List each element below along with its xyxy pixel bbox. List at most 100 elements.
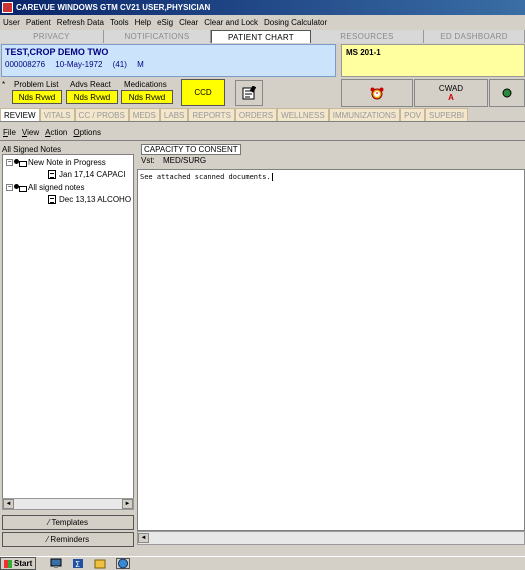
tab-pov[interactable]: POV — [400, 108, 426, 121]
quicklaunch-desktop-icon[interactable] — [50, 558, 62, 569]
location-label: MS 201-1 — [346, 48, 381, 57]
ccd-button[interactable]: CCD — [181, 79, 225, 106]
menu-help[interactable]: Help — [132, 18, 154, 27]
medications-button[interactable]: Nds Rvwd — [121, 90, 173, 104]
menu-patient[interactable]: Patient — [23, 18, 54, 27]
visit-label: Vst: — [141, 156, 155, 165]
tree-node-label: Jan 17,14 CAPACI — [59, 170, 126, 179]
tab-vitals[interactable]: VITALS — [39, 108, 75, 121]
start-label: Start — [14, 559, 33, 568]
problem-list-button[interactable]: Nds Rvwd — [12, 90, 62, 104]
tab-labs[interactable]: LABS — [159, 108, 189, 121]
quicklaunch-app-icon[interactable]: Σ — [72, 558, 84, 569]
notepad-icon — [242, 86, 256, 100]
svg-text:Σ: Σ — [75, 560, 80, 569]
problem-list-label: Problem List — [14, 80, 59, 89]
scroll-right-icon[interactable]: ► — [122, 499, 133, 509]
menu-esig[interactable]: eSig — [154, 18, 176, 27]
tab-ed-dashboard[interactable]: ED DASHBOARD — [424, 30, 525, 43]
tab-resources[interactable]: RESOURCES — [311, 30, 424, 43]
adv-react-label: Advs React — [70, 80, 111, 89]
tab-privacy[interactable]: PRIVACY — [0, 30, 104, 43]
reminders-alert-button[interactable] — [341, 79, 413, 107]
menu-tools[interactable]: Tools — [107, 18, 132, 27]
adv-react-button[interactable]: Nds Rvwd — [66, 90, 118, 104]
tab-orders[interactable]: ORDERS — [234, 108, 278, 121]
menu-action[interactable]: Action — [42, 128, 70, 137]
note-title: CAPACITY TO CONSENT — [141, 144, 241, 155]
start-button[interactable]: Start — [0, 557, 37, 570]
menu-file[interactable]: File — [0, 128, 19, 137]
tree-horizontal-scrollbar[interactable]: ◄ ► — [2, 498, 134, 510]
cwad-button[interactable]: CWAD A — [414, 79, 488, 107]
tree-node-label: All signed notes — [28, 183, 85, 192]
menu-clear[interactable]: Clear — [176, 18, 201, 27]
scroll-left-icon[interactable]: ◄ — [138, 533, 149, 543]
title-bar: CAREVUE WINDOWS GTM CV21 USER,PHYSICIAN — [0, 0, 525, 15]
window-title: CAREVUE WINDOWS GTM CV21 USER,PHYSICIAN — [16, 3, 211, 12]
note-editor[interactable]: See attached scanned documents. — [137, 169, 525, 531]
quicklaunch-folder-icon[interactable] — [94, 558, 106, 569]
top-tabs: PRIVACY NOTIFICATIONS PATIENT CHART RESO… — [0, 30, 525, 43]
taskbar: Start Σ — [0, 556, 525, 570]
location-box[interactable]: MS 201-1 — [341, 44, 525, 77]
templates-button[interactable]: ⁄ Templates — [2, 515, 134, 530]
menu-view[interactable]: View — [19, 128, 42, 137]
visit-value: MED/SURG — [163, 156, 207, 165]
note-icon — [48, 195, 56, 204]
menu-user[interactable]: User — [0, 18, 23, 27]
collapse-box[interactable]: − — [6, 184, 13, 191]
tree-node-all-signed[interactable]: − All signed notes — [6, 183, 84, 192]
tree-node-label: Dec 13,13 ALCOHO — [59, 195, 132, 204]
notes-button[interactable] — [235, 80, 263, 106]
patient-mrn: 000008276 — [5, 60, 46, 69]
reminders-button[interactable]: ⁄ Reminders — [2, 532, 134, 547]
windows-flag-icon — [4, 559, 12, 568]
menu-options[interactable]: Options — [70, 128, 104, 137]
visit-line: Vst: MED/SURG — [141, 156, 206, 165]
tree-node-new-note[interactable]: − New Note in Progress — [6, 158, 106, 167]
notes-menu-bar: File View Action Options — [0, 126, 525, 138]
patient-dob: 10-May-1972 — [55, 60, 103, 69]
tab-notifications[interactable]: NOTIFICATIONS — [104, 30, 211, 43]
alarm-clock-icon — [370, 87, 384, 99]
quicklaunch-browser-icon[interactable] — [116, 558, 131, 569]
patient-age: (41) — [112, 60, 127, 69]
cwad-label: CWAD — [438, 84, 464, 93]
tree-node-note[interactable]: Jan 17,14 CAPACI — [48, 170, 126, 179]
menu-refresh-data[interactable]: Refresh Data — [54, 18, 107, 27]
tab-superbill[interactable]: SUPERBI — [425, 108, 469, 121]
tab-review[interactable]: REVIEW — [0, 108, 40, 121]
text-cursor — [271, 173, 277, 181]
tab-immunizations[interactable]: IMMUNIZATIONS — [328, 108, 401, 121]
note-body: See attached scanned documents. — [140, 173, 271, 181]
menu-bar: User Patient Refresh Data Tools Help eSi… — [0, 15, 525, 29]
editor-horizontal-scrollbar[interactable]: ◄ — [137, 531, 525, 545]
patient-sex: M — [137, 60, 144, 69]
note-icon — [48, 170, 56, 179]
tab-patient-chart[interactable]: PATIENT CHART — [211, 30, 311, 43]
collapse-box[interactable]: − — [6, 159, 13, 166]
tree-node-note[interactable]: Dec 13,13 ALCOHO — [48, 195, 131, 204]
menu-clear-and-lock[interactable]: Clear and Lock — [201, 18, 261, 27]
globe-icon — [502, 88, 512, 98]
tab-meds[interactable]: MEDS — [128, 108, 160, 121]
medications-label: Medications — [124, 80, 167, 89]
folder-user-icon — [14, 158, 27, 167]
tree-header: All Signed Notes — [2, 145, 62, 154]
chart-tabs: REVIEW VITALS CC / PROBS MEDS LABS REPOR… — [0, 108, 525, 121]
star-marker: * — [2, 80, 6, 89]
tab-wellness[interactable]: WELLNESS — [277, 108, 329, 121]
menu-dosing-calculator[interactable]: Dosing Calculator — [261, 18, 330, 27]
tree-node-label: New Note in Progress — [28, 158, 106, 167]
scroll-left-icon[interactable]: ◄ — [3, 499, 14, 509]
notes-tree[interactable]: − New Note in Progress Jan 17,14 CAPACI … — [2, 154, 134, 500]
app-icon — [2, 2, 13, 13]
tab-reports[interactable]: REPORTS — [188, 108, 235, 121]
folder-user-icon — [14, 183, 27, 192]
tab-cc-probs[interactable]: CC / PROBS — [74, 108, 129, 121]
patient-header[interactable]: TEST,CROP DEMO TWO 000008276 10-May-1972… — [1, 44, 336, 77]
cwad-value: A — [448, 93, 454, 102]
patient-name: TEST,CROP DEMO TWO — [5, 47, 109, 57]
extra-indicator-button[interactable] — [489, 79, 525, 107]
